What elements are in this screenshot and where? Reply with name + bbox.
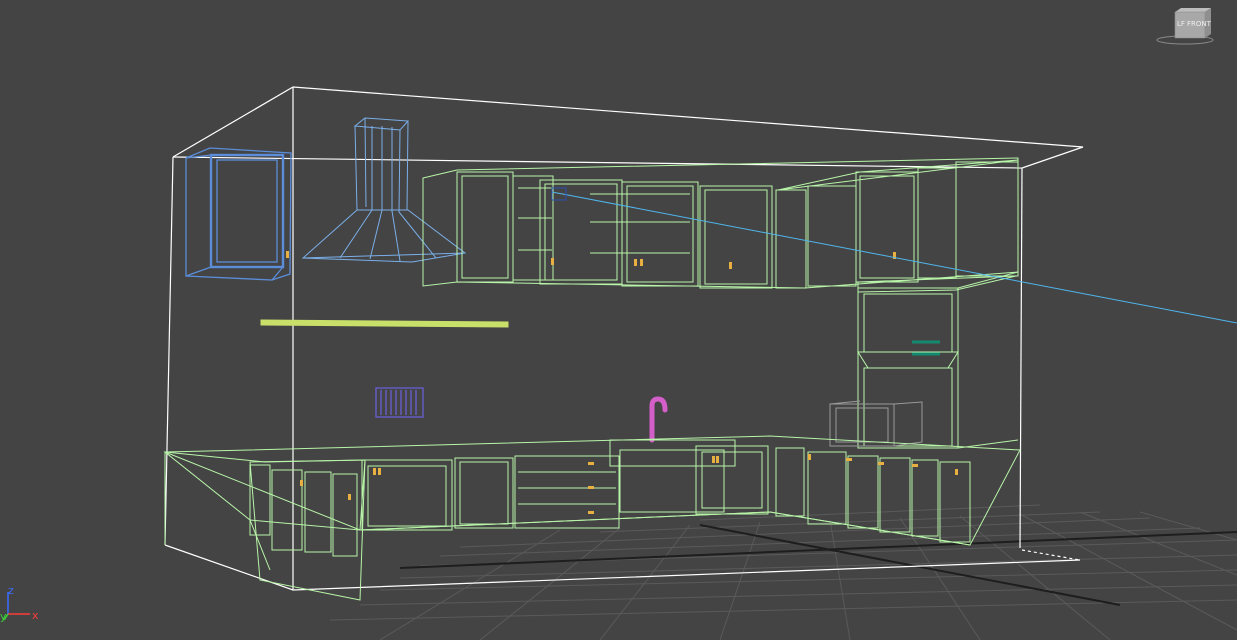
viewcube-icon[interactable]: LF FRONT xyxy=(1155,6,1215,46)
wall-shelf[interactable] xyxy=(260,319,509,328)
room-floor-edge-dashed xyxy=(1021,549,1081,561)
perspective-viewport[interactable]: LF FRONT z y x xyxy=(0,0,1237,640)
room-box[interactable] xyxy=(164,86,1084,591)
kitchen-wireframe-scene[interactable] xyxy=(0,0,1237,640)
tall-cabinet[interactable] xyxy=(857,271,1019,449)
cabinet-handles xyxy=(286,251,958,514)
vent-grill[interactable] xyxy=(375,387,424,418)
range-hood[interactable] xyxy=(301,117,467,263)
camera-target-line xyxy=(551,191,1237,324)
window-frame[interactable] xyxy=(185,147,292,281)
axis-z-label: z xyxy=(8,584,14,597)
grid-major-axes xyxy=(399,524,1237,606)
axis-y-label: y xyxy=(0,610,7,623)
viewcube-left-label[interactable]: LF xyxy=(1177,20,1185,28)
viewcube[interactable]: LF FRONT xyxy=(1155,6,1215,46)
axis-tripod: z y x xyxy=(0,580,44,624)
viewcube-front-label[interactable]: FRONT xyxy=(1187,20,1212,28)
upper-cabinets[interactable] xyxy=(422,157,1019,293)
microwave[interactable] xyxy=(829,400,923,447)
axis-tripod-icon: z y x xyxy=(0,584,39,623)
axis-x-label: x xyxy=(32,609,39,622)
faucet[interactable] xyxy=(649,396,668,443)
